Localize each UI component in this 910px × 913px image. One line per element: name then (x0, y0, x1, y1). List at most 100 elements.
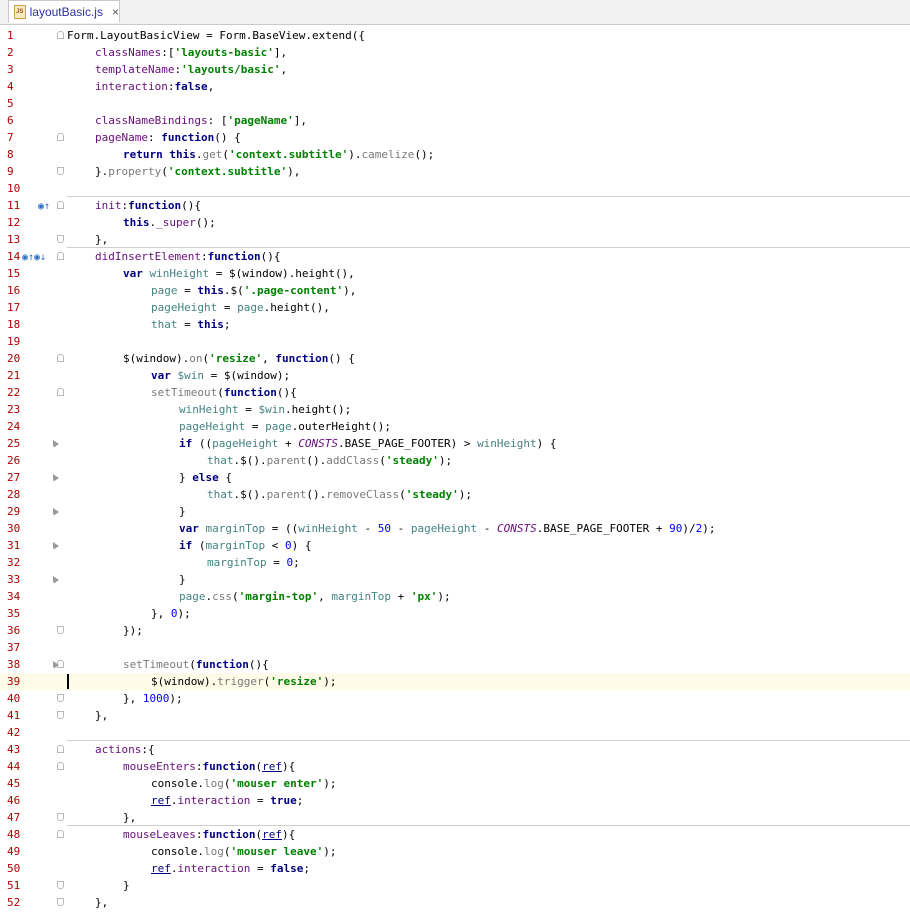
code-line[interactable]: 9}.property('context.subtitle'), (0, 163, 910, 180)
code-line[interactable]: 21 var $win = $(window); (0, 367, 910, 384)
line-number[interactable]: 51 (7, 877, 47, 894)
code-line[interactable]: 2 classNames:['layouts-basic'], (0, 44, 910, 61)
fold-marker-icon[interactable] (57, 762, 64, 770)
breakpoint-arrow-icon[interactable] (53, 542, 59, 550)
line-number[interactable]: 45 (7, 775, 47, 792)
fold-marker-icon[interactable] (57, 201, 64, 209)
line-number[interactable]: 18 (7, 316, 47, 333)
line-number[interactable]: 48 (7, 826, 47, 843)
code-line[interactable]: 27} else { (0, 469, 910, 486)
code-line[interactable]: 33} (0, 571, 910, 588)
code-line[interactable]: 37 (0, 639, 910, 656)
line-number[interactable]: 4 (7, 78, 47, 95)
breakpoint-arrow-icon[interactable] (53, 440, 59, 448)
code-line[interactable]: 44 mouseEnters:function(ref){ (0, 758, 910, 775)
code-line[interactable]: 52}, (0, 894, 910, 911)
code-line[interactable]: 24 pageHeight = page.outerHeight(); (0, 418, 910, 435)
code-line[interactable]: 19 (0, 333, 910, 350)
code-line[interactable]: 50 ref.interaction = false; (0, 860, 910, 877)
code-line[interactable]: 11 ◉↑ init:function(){ (0, 197, 910, 214)
code-line[interactable]: 49 console.log('mouser leave'); (0, 843, 910, 860)
code-line[interactable]: 15 var winHeight = $(window).height(), (0, 265, 910, 282)
line-number[interactable]: 49 (7, 843, 47, 860)
line-number[interactable]: 36 (7, 622, 47, 639)
code-line[interactable]: 47}, (0, 809, 910, 826)
line-number[interactable]: 16 (7, 282, 47, 299)
line-number[interactable]: 39 (7, 673, 47, 690)
code-line[interactable]: 35}, 0); (0, 605, 910, 622)
line-number[interactable]: 8 (7, 146, 47, 163)
code-line[interactable]: 43 actions:{ (0, 741, 910, 758)
line-number[interactable]: 46 (7, 792, 47, 809)
line-number[interactable]: 42 (7, 724, 47, 741)
line-number[interactable]: 33 (7, 571, 47, 588)
line-number[interactable]: 2 (7, 44, 47, 61)
code-line[interactable]: 13}, (0, 231, 910, 248)
code-line[interactable]: 5 (0, 95, 910, 112)
line-number[interactable]: 50 (7, 860, 47, 877)
fold-marker-icon[interactable] (57, 898, 64, 906)
code-line[interactable]: 22 setTimeout(function(){ (0, 384, 910, 401)
line-number[interactable]: 29 (7, 503, 47, 520)
line-number[interactable]: 3 (7, 61, 47, 78)
code-line[interactable]: 46 ref.interaction = true; (0, 792, 910, 809)
fold-marker-icon[interactable] (57, 694, 64, 702)
fold-marker-icon[interactable] (57, 167, 64, 175)
close-icon[interactable]: × (112, 5, 119, 19)
fold-marker-icon[interactable] (57, 133, 64, 141)
line-number[interactable]: 23 (7, 401, 47, 418)
code-line[interactable]: 32 marginTop = 0; (0, 554, 910, 571)
line-number[interactable]: 9 (7, 163, 47, 180)
line-number[interactable]: 27 (7, 469, 47, 486)
fold-marker-icon[interactable] (57, 354, 64, 362)
fold-marker-icon[interactable] (57, 252, 64, 260)
code-line[interactable]: 45 console.log('mouser enter'); (0, 775, 910, 792)
code-line[interactable]: 3 templateName:'layouts/basic', (0, 61, 910, 78)
line-number[interactable]: 47 (7, 809, 47, 826)
line-number[interactable]: 19 (7, 333, 47, 350)
line-number[interactable]: 43 (7, 741, 47, 758)
code-line[interactable]: 16 page = this.$('.page-content'), (0, 282, 910, 299)
fold-marker-icon[interactable] (57, 626, 64, 634)
override-method-icon[interactable]: ◉↑ (38, 198, 50, 215)
line-number[interactable]: 38 (7, 656, 47, 673)
line-number[interactable]: 1 (7, 27, 47, 44)
code-line[interactable]: 36}); (0, 622, 910, 639)
line-number[interactable]: 20 (7, 350, 47, 367)
code-line[interactable]: 48 mouseLeaves:function(ref){ (0, 826, 910, 843)
code-editor[interactable]: 1 Form.LayoutBasicView = Form.BaseView.ex… (0, 25, 910, 913)
line-number[interactable]: 30 (7, 520, 47, 537)
line-number[interactable]: 21 (7, 367, 47, 384)
code-line[interactable]: 14 ◉↑◉↓ didInsertElement:function(){ (0, 248, 910, 265)
line-number[interactable]: 40 (7, 690, 47, 707)
breakpoint-arrow-icon[interactable] (53, 474, 59, 482)
code-line[interactable]: 51} (0, 877, 910, 894)
line-number[interactable]: 13 (7, 231, 47, 248)
line-number[interactable]: 5 (7, 95, 47, 112)
breakpoint-arrow-icon[interactable] (53, 508, 59, 516)
breakpoint-arrow-icon[interactable] (53, 576, 59, 584)
fold-marker-icon[interactable] (57, 31, 64, 39)
line-number[interactable]: 52 (7, 894, 47, 911)
code-line[interactable]: 39 $(window).trigger('resize'); (0, 673, 910, 690)
code-line[interactable]: 40}, 1000); (0, 690, 910, 707)
fold-marker-icon[interactable] (57, 711, 64, 719)
code-line[interactable]: 12 this._super(); (0, 214, 910, 231)
code-line[interactable]: 18 that = this; (0, 316, 910, 333)
breakpoint-arrow-icon[interactable] (53, 661, 59, 669)
fold-marker-icon[interactable] (57, 830, 64, 838)
fold-marker-icon[interactable] (57, 813, 64, 821)
code-line[interactable]: 31 if (marginTop < 0) { (0, 537, 910, 554)
line-number[interactable]: 24 (7, 418, 47, 435)
code-line[interactable]: 38 setTimeout(function(){ (0, 656, 910, 673)
fold-marker-icon[interactable] (57, 881, 64, 889)
code-line[interactable]: 17 pageHeight = page.height(), (0, 299, 910, 316)
code-line[interactable]: 1 Form.LayoutBasicView = Form.BaseView.ex… (0, 27, 910, 44)
code-line[interactable]: 23 winHeight = $win.height(); (0, 401, 910, 418)
line-number[interactable]: 15 (7, 265, 47, 282)
fold-marker-icon[interactable] (57, 388, 64, 396)
code-line[interactable]: 8 return this.get('context.subtitle').cam… (0, 146, 910, 163)
code-line[interactable]: 10 (0, 180, 910, 197)
code-line[interactable]: 34 page.css('margin-top', marginTop + 'px… (0, 588, 910, 605)
line-number[interactable]: 34 (7, 588, 47, 605)
